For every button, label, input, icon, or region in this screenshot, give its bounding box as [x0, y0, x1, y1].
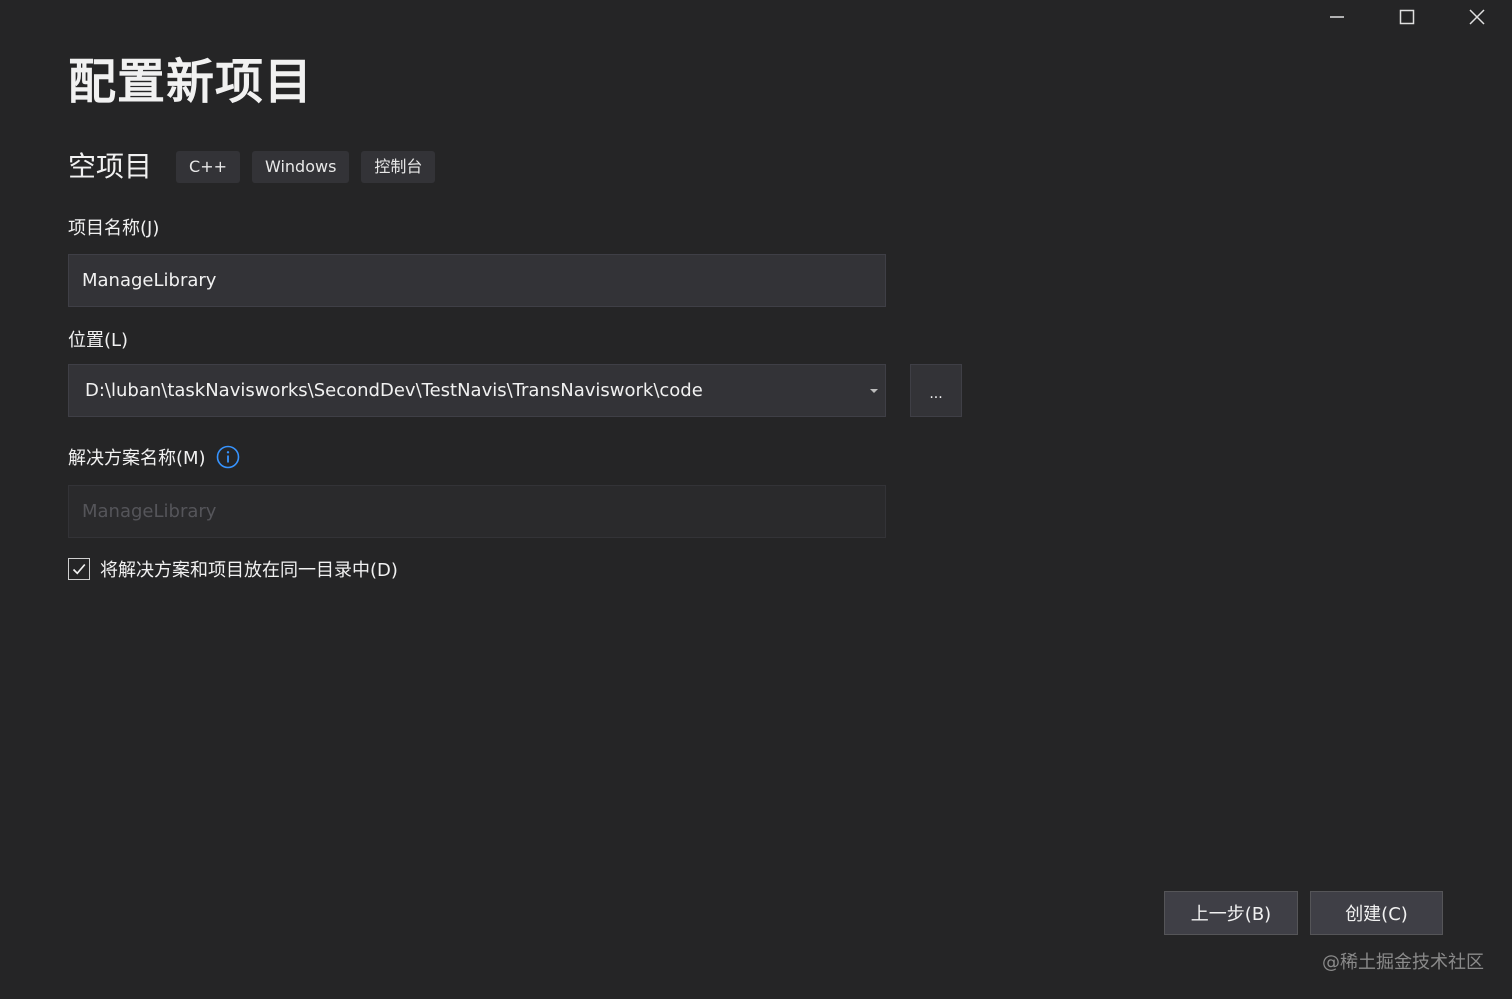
minimize-button[interactable]	[1302, 0, 1372, 34]
close-icon	[1469, 9, 1485, 25]
same-directory-option[interactable]: 将解决方案和项目放在同一目录中(D)	[68, 556, 398, 582]
location-combobox[interactable]: D:\luban\taskNavisworks\SecondDev\TestNa…	[68, 364, 886, 417]
solution-name-label-row: 解决方案名称(M)	[68, 444, 240, 470]
info-icon[interactable]	[216, 445, 240, 469]
project-name-input[interactable]	[68, 254, 886, 307]
location-value: D:\luban\taskNavisworks\SecondDev\TestNa…	[85, 380, 703, 401]
checkmark-icon	[72, 563, 86, 575]
same-directory-checkbox[interactable]	[68, 558, 90, 580]
minimize-icon	[1330, 16, 1344, 18]
template-name: 空项目	[68, 150, 153, 183]
tag-project-type: 控制台	[361, 151, 436, 183]
tag-platform: Windows	[252, 151, 350, 183]
browse-button[interactable]: ...	[910, 364, 962, 417]
page-title: 配置新项目	[68, 54, 314, 110]
tag-language: C++	[176, 151, 240, 183]
chevron-down-icon[interactable]	[863, 365, 885, 416]
maximize-button[interactable]	[1372, 0, 1442, 34]
solution-name-input[interactable]	[68, 485, 886, 538]
configure-project-window: 配置新项目 空项目 C++ Windows 控制台 项目名称(J) 位置(L) …	[0, 0, 1512, 999]
project-name-label: 项目名称(J)	[68, 218, 160, 239]
create-button[interactable]: 创建(C)	[1310, 891, 1443, 935]
maximize-icon	[1399, 9, 1415, 25]
watermark: @稀土掘金技术社区	[1322, 952, 1484, 973]
solution-name-label: 解决方案名称(M)	[68, 448, 206, 469]
back-button[interactable]: 上一步(B)	[1164, 891, 1298, 935]
same-directory-label: 将解决方案和项目放在同一目录中(D)	[100, 560, 398, 581]
close-button[interactable]	[1442, 0, 1512, 34]
template-summary: 空项目 C++ Windows 控制台	[68, 148, 447, 186]
location-label: 位置(L)	[68, 330, 129, 351]
window-controls	[1302, 0, 1512, 34]
